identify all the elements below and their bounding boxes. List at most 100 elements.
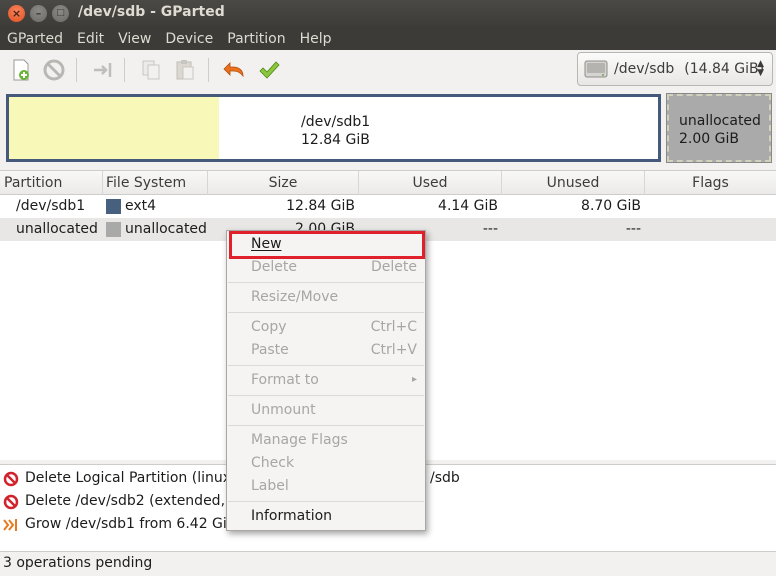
operation-text-tail: /sdb (430, 470, 460, 486)
combo-arrows-icon: ▲ ▼ (757, 59, 764, 78)
table-row[interactable]: /dev/sdb1 ext4 12.84 GiB 4.14 GiB 8.70 G… (0, 195, 776, 218)
column-size[interactable]: Size (208, 171, 359, 195)
highlight-annotation-box (229, 231, 425, 259)
maximize-window-button[interactable]: □ (52, 5, 69, 22)
toolbar-separator (76, 58, 77, 82)
diskmap-sdb1-size: 12.84 GiB (301, 132, 370, 148)
resize-icon (94, 63, 112, 77)
menu-item-resize-move[interactable]: Resize/Move (227, 286, 425, 308)
window-title: /dev/sdb - GParted (78, 4, 225, 20)
menu-item-label: Unmount (251, 402, 316, 418)
apply-button[interactable] (256, 57, 282, 83)
cell-unused: 8.70 GiB (581, 198, 641, 214)
operation-text: Grow /dev/sdb1 from 6.42 GiB (25, 516, 237, 532)
cell-size: 12.84 GiB (286, 198, 355, 214)
menu-item-check[interactable]: Check (227, 452, 425, 474)
menu-item-label-partition[interactable]: Label (227, 475, 425, 497)
column-used[interactable]: Used (359, 171, 502, 195)
minimize-icon: – (35, 7, 42, 20)
copy-button[interactable] (138, 57, 164, 83)
toolbar-separator (124, 58, 125, 82)
menu-separator (228, 282, 424, 283)
device-name: /dev/sdb (614, 61, 675, 77)
menu-item-format-to[interactable]: Format to ▸ (227, 369, 425, 391)
menu-separator (228, 425, 424, 426)
minimize-window-button[interactable]: – (30, 5, 47, 22)
title-bar: × – □ /dev/sdb - GParted (0, 0, 776, 28)
menu-partition[interactable]: Partition (220, 28, 292, 50)
maximize-icon: □ (56, 8, 65, 18)
close-window-button[interactable]: × (8, 5, 25, 22)
device-selector[interactable]: /dev/sdb (14.84 GiB) ▲ ▼ (577, 52, 773, 86)
new-partition-button[interactable] (8, 57, 34, 83)
cell-partition: /dev/sdb1 (16, 198, 86, 214)
delete-partition-button[interactable] (41, 57, 67, 83)
undo-icon (223, 62, 244, 78)
paste-icon (176, 60, 194, 80)
undo-button[interactable] (222, 57, 248, 83)
resize-icon (3, 519, 17, 531)
toolbar-separator (208, 58, 209, 82)
filesystem-color-swatch (106, 222, 121, 237)
menu-bar: GParted Edit View Device Partition Help (0, 28, 776, 50)
menu-gparted[interactable]: GParted (0, 28, 70, 50)
cell-unused: --- (625, 221, 641, 237)
resize-move-button[interactable] (90, 57, 116, 83)
operation-text: Delete /dev/sdb2 (extended, 1 (25, 493, 239, 509)
delete-icon (3, 494, 19, 510)
cell-used: --- (482, 221, 498, 237)
status-bar: 3 operations pending (0, 553, 776, 576)
menu-item-copy[interactable]: Copy Ctrl+C (227, 316, 425, 338)
diskmap-unallocated-name: unallocated (679, 113, 761, 129)
column-unused[interactable]: Unused (502, 171, 645, 195)
delete-icon (43, 59, 65, 81)
column-flags[interactable]: Flags (645, 171, 776, 195)
menu-device[interactable]: Device (158, 28, 220, 50)
column-partition[interactable]: Partition (0, 171, 103, 195)
menu-separator (228, 312, 424, 313)
diskmap-unallocated-size: 2.00 GiB (679, 131, 739, 147)
menu-item-label: Manage Flags (251, 432, 348, 448)
close-icon: × (11, 7, 22, 20)
delete-icon (3, 471, 19, 487)
cell-filesystem: ext4 (125, 198, 157, 214)
menu-item-accel: Delete (371, 259, 417, 275)
menu-separator (228, 395, 424, 396)
checkmark-icon (259, 61, 280, 79)
new-document-icon (13, 59, 29, 81)
copy-icon (142, 60, 160, 80)
harddisk-icon (584, 60, 608, 78)
used-space-bar (9, 97, 219, 159)
menu-item-label: Delete (251, 259, 297, 275)
cell-filesystem: unallocated (125, 221, 207, 237)
menu-item-paste[interactable]: Paste Ctrl+V (227, 339, 425, 361)
cell-used: 4.14 GiB (438, 198, 498, 214)
menu-separator (228, 365, 424, 366)
submenu-arrow-icon: ▸ (411, 374, 417, 385)
menu-help[interactable]: Help (293, 28, 339, 50)
device-size: (14.84 GiB) (684, 61, 765, 77)
menu-item-information[interactable]: Information (227, 505, 425, 527)
column-filesystem[interactable]: File System (103, 171, 208, 195)
menu-item-accel: Ctrl+V (370, 342, 417, 358)
menu-item-label: Check (251, 455, 295, 471)
menu-item-label: Copy (251, 319, 287, 335)
menu-view[interactable]: View (111, 28, 158, 50)
menu-item-label: Label (251, 478, 289, 494)
diskmap-partition-sdb1[interactable]: /dev/sdb1 12.84 GiB (6, 94, 661, 162)
disk-visual-map: /dev/sdb1 12.84 GiB unallocated 2.00 GiB (0, 90, 776, 166)
diskmap-sdb1-name: /dev/sdb1 (301, 114, 371, 130)
paste-button[interactable] (172, 57, 198, 83)
partition-context-menu: New Delete Delete Resize/Move Copy Ctrl+… (226, 230, 426, 531)
menu-item-unmount[interactable]: Unmount (227, 399, 425, 421)
menu-item-delete[interactable]: Delete Delete (227, 256, 425, 278)
diskmap-unallocated[interactable]: unallocated 2.00 GiB (666, 93, 772, 163)
status-text: 3 operations pending (3, 555, 153, 571)
table-header: Partition File System Size Used Unused F… (0, 171, 776, 195)
menu-edit[interactable]: Edit (70, 28, 111, 50)
menu-item-accel: Ctrl+C (370, 319, 417, 335)
menu-item-label: Paste (251, 342, 289, 358)
menu-item-label: Information (251, 508, 333, 524)
menu-separator (228, 501, 424, 502)
menu-item-manage-flags[interactable]: Manage Flags (227, 429, 425, 451)
